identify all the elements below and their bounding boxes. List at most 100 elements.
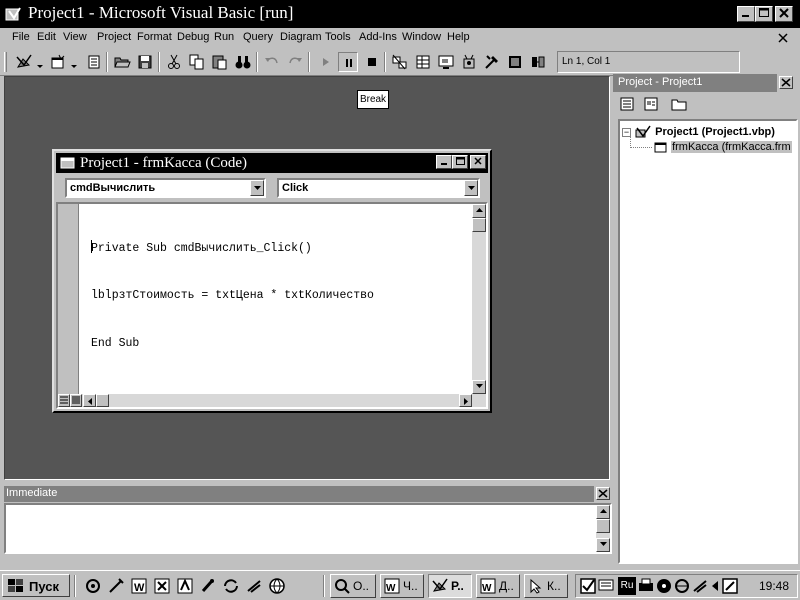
disc-tray-icon[interactable] (656, 577, 672, 595)
add-form-icon[interactable] (48, 52, 68, 72)
code-maximize-button[interactable] (452, 155, 468, 169)
menu-tools[interactable]: Tools (325, 31, 351, 43)
task-button-3-active[interactable]: Р.. (428, 574, 472, 598)
code-close-button[interactable] (470, 155, 486, 169)
checkbox-tray-icon[interactable] (580, 577, 596, 595)
immediate-input[interactable] (4, 503, 612, 554)
menu-debug[interactable]: Debug (177, 31, 209, 43)
toggle-folders-icon[interactable] (671, 96, 691, 114)
code-minimize-button[interactable] (436, 155, 452, 169)
full-module-view-icon[interactable] (70, 394, 82, 407)
procedure-combo[interactable]: Click (277, 178, 480, 198)
keyboard-tray-icon[interactable] (598, 577, 614, 595)
code-window-title-bar[interactable]: Project1 - frmKacca (Code) (56, 153, 488, 173)
menu-close-icon[interactable] (776, 32, 792, 46)
chevron-down-icon[interactable] (250, 180, 264, 196)
menu-query[interactable]: Query (243, 31, 273, 43)
procedure-view-icon[interactable] (58, 394, 70, 407)
margin-indicator-bar[interactable] (58, 204, 79, 394)
code-window[interactable]: Project1 - frmKacca (Code) cmdВычислить … (52, 149, 492, 413)
immediate-window[interactable]: Immediate (4, 486, 612, 566)
code-editor[interactable]: Private Sub cmdВычислить_Click() lblрзтС… (56, 202, 488, 409)
menu-project[interactable]: Project (97, 31, 131, 43)
data-view-icon[interactable] (505, 52, 525, 72)
scroll-hthumb[interactable] (96, 394, 109, 407)
title-bar[interactable]: Project1 - Microsoft Visual Basic [run] (0, 0, 800, 28)
add-project-icon[interactable] (14, 52, 34, 72)
vb-app-icon[interactable] (5, 6, 23, 25)
open-folder-icon[interactable] (112, 52, 132, 72)
close-button[interactable] (775, 6, 793, 22)
chevron-down-icon[interactable] (71, 60, 77, 72)
task-button-1[interactable]: О.. (330, 574, 376, 598)
task-button-4[interactable]: W Д.. (476, 574, 520, 598)
word-icon[interactable]: W (130, 577, 148, 595)
tree-node-project[interactable]: − Project1 (Project1.vbp) (622, 125, 775, 139)
paste-icon[interactable] (210, 52, 230, 72)
arrow-tray-icon[interactable] (710, 577, 720, 595)
antivirus-tray-icon[interactable] (674, 577, 690, 595)
browser-icon[interactable] (268, 577, 286, 595)
menu-add-ins[interactable]: Add-Ins (359, 31, 397, 43)
toolbar-grip[interactable] (4, 52, 7, 72)
end-stop-icon[interactable] (362, 52, 382, 72)
scroll-thumb[interactable] (472, 218, 486, 232)
properties-window-icon[interactable] (413, 52, 433, 72)
code-horizontal-scrollbar[interactable] (58, 394, 486, 407)
code-vertical-scrollbar[interactable] (472, 204, 486, 394)
office-icon[interactable] (84, 577, 102, 595)
scroll-left-button[interactable] (83, 394, 96, 407)
project-explorer-header[interactable]: Project - Project1 (613, 74, 800, 92)
code-text[interactable]: Private Sub cmdВычислить_Click() lblрзтС… (91, 208, 374, 384)
excel-icon[interactable] (153, 577, 171, 595)
undo-icon[interactable] (262, 52, 282, 72)
scheduler-tray-icon[interactable] (722, 577, 738, 595)
menu-format[interactable]: Format (137, 31, 172, 43)
view-object-icon[interactable] (643, 96, 663, 114)
network-tray-icon[interactable] (692, 577, 708, 595)
menu-view[interactable]: View (63, 31, 87, 43)
scroll-down-button[interactable] (596, 538, 610, 552)
object-browser-icon[interactable] (459, 52, 479, 72)
cut-icon[interactable] (164, 52, 184, 72)
form-layout-icon[interactable] (436, 52, 456, 72)
clock[interactable]: 19:48 (759, 579, 789, 593)
scroll-right-button[interactable] (459, 394, 472, 407)
copy-icon[interactable] (187, 52, 207, 72)
redo-icon[interactable] (285, 52, 305, 72)
project-explorer-icon[interactable] (390, 52, 410, 72)
component-manager-icon[interactable] (528, 52, 548, 72)
code-line[interactable]: Private Sub cmdВычислить_Click() (91, 240, 374, 256)
menu-window[interactable]: Window (402, 31, 441, 43)
code-window-icon[interactable] (60, 156, 76, 173)
find-binoculars-icon[interactable] (233, 52, 253, 72)
maximize-button[interactable] (755, 6, 773, 22)
language-indicator[interactable]: Ru (618, 577, 636, 595)
scroll-down-button[interactable] (472, 380, 486, 394)
object-combo[interactable]: cmdВычислить (65, 178, 266, 198)
project-tree[interactable]: − Project1 (Project1.vbp) frmKacca (frmK… (618, 119, 798, 564)
menu-file[interactable]: File (12, 31, 30, 43)
printer-tray-icon[interactable] (638, 577, 654, 595)
scroll-up-button[interactable] (596, 505, 610, 519)
pen-tool-icon[interactable] (107, 577, 125, 595)
view-code-icon[interactable] (619, 96, 639, 114)
scroll-up-button[interactable] (472, 204, 486, 218)
menu-help[interactable]: Help (447, 31, 470, 43)
immediate-header[interactable]: Immediate (4, 486, 594, 502)
project-close-icon[interactable] (779, 76, 793, 89)
minimize-button[interactable] (737, 6, 755, 22)
menu-edit[interactable]: Edit (37, 31, 56, 43)
access-icon[interactable] (176, 577, 194, 595)
refresh-icon[interactable] (222, 577, 240, 595)
menu-run[interactable]: Run (214, 31, 234, 43)
start-button[interactable]: Пуск (2, 574, 70, 597)
paint-brush-icon[interactable] (199, 577, 217, 595)
save-icon[interactable] (135, 52, 155, 72)
scroll-thumb[interactable] (596, 519, 610, 533)
break-pause-icon[interactable] (338, 52, 358, 72)
immediate-close-icon[interactable] (596, 487, 610, 500)
chevron-down-icon[interactable] (37, 60, 43, 72)
project-explorer[interactable]: Project - Project1 − Project1 (Project1.… (613, 74, 800, 567)
network-icon[interactable] (245, 577, 263, 595)
